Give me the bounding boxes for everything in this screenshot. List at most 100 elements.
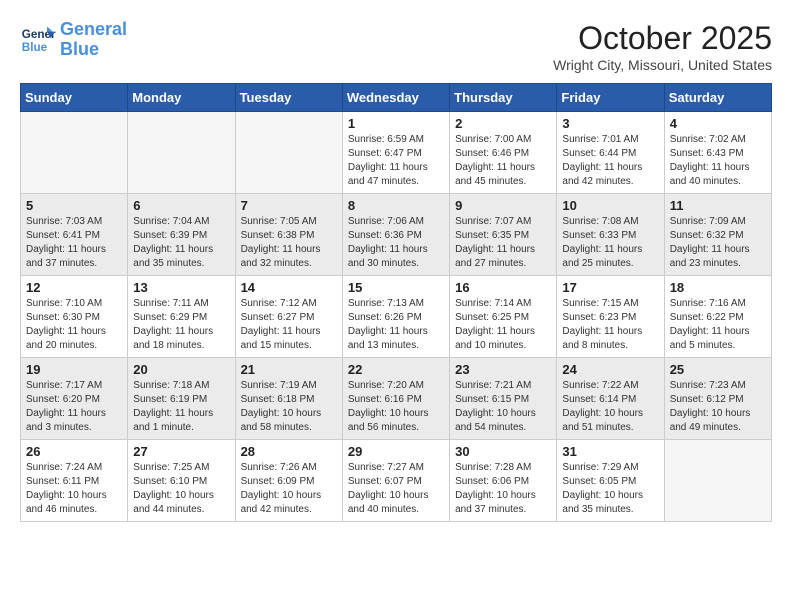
- col-tuesday: Tuesday: [235, 84, 342, 112]
- table-row: 20 Sunrise: 7:18 AM Sunset: 6:19 PM Dayli…: [128, 358, 235, 440]
- table-row: 30 Sunrise: 7:28 AM Sunset: 6:06 PM Dayli…: [450, 440, 557, 522]
- calendar-week-row: 12 Sunrise: 7:10 AM Sunset: 6:30 PM Dayli…: [21, 276, 772, 358]
- day-number: 16: [455, 280, 551, 295]
- day-number: 17: [562, 280, 658, 295]
- day-number: 23: [455, 362, 551, 377]
- day-number: 6: [133, 198, 229, 213]
- day-info: Sunrise: 7:04 AM Sunset: 6:39 PM Dayligh…: [133, 215, 229, 271]
- day-number: 21: [241, 362, 337, 377]
- day-info: Sunrise: 7:13 AM Sunset: 6:26 PM Dayligh…: [348, 297, 444, 353]
- svg-text:Blue: Blue: [22, 41, 48, 54]
- day-number: 7: [241, 198, 337, 213]
- location: Wright City, Missouri, United States: [553, 57, 772, 73]
- day-info: Sunrise: 7:02 AM Sunset: 6:43 PM Dayligh…: [670, 133, 766, 189]
- day-number: 31: [562, 444, 658, 459]
- table-row: 5 Sunrise: 7:03 AM Sunset: 6:41 PM Daylig…: [21, 194, 128, 276]
- table-row: 3Sunrise: 7:01 AM Sunset: 6:44 PM Daylig…: [557, 112, 664, 194]
- day-info: Sunrise: 7:03 AM Sunset: 6:41 PM Dayligh…: [26, 215, 122, 271]
- day-number: 5: [26, 198, 122, 213]
- col-friday: Friday: [557, 84, 664, 112]
- day-info: Sunrise: 7:18 AM Sunset: 6:19 PM Dayligh…: [133, 379, 229, 435]
- day-info: Sunrise: 7:05 AM Sunset: 6:38 PM Dayligh…: [241, 215, 337, 271]
- table-row: 4 Sunrise: 7:02 AM Sunset: 6:43 PM Daylig…: [664, 112, 771, 194]
- day-number: 12: [26, 280, 122, 295]
- day-number: 18: [670, 280, 766, 295]
- day-info: Sunrise: 7:25 AM Sunset: 6:10 PM Dayligh…: [133, 461, 229, 517]
- day-number: 25: [670, 362, 766, 377]
- day-number: 30: [455, 444, 551, 459]
- day-info: Sunrise: 7:12 AM Sunset: 6:27 PM Dayligh…: [241, 297, 337, 353]
- col-sunday: Sunday: [21, 84, 128, 112]
- day-number: 19: [26, 362, 122, 377]
- logo-line1: General: [60, 19, 127, 39]
- calendar-header-row: Sunday Monday Tuesday Wednesday Thursday…: [21, 84, 772, 112]
- table-row: 7 Sunrise: 7:05 AM Sunset: 6:38 PM Daylig…: [235, 194, 342, 276]
- table-row: 19Sunrise: 7:17 AM Sunset: 6:20 PM Dayli…: [21, 358, 128, 440]
- day-info: Sunrise: 7:23 AM Sunset: 6:12 PM Dayligh…: [670, 379, 766, 435]
- logo-line2: Blue: [60, 39, 99, 59]
- day-number: 26: [26, 444, 122, 459]
- table-row: 10 Sunrise: 7:08 AM Sunset: 6:33 PM Dayli…: [557, 194, 664, 276]
- day-number: 9: [455, 198, 551, 213]
- calendar-week-row: 5 Sunrise: 7:03 AM Sunset: 6:41 PM Daylig…: [21, 194, 772, 276]
- table-row: [21, 112, 128, 194]
- day-info: Sunrise: 7:19 AM Sunset: 6:18 PM Dayligh…: [241, 379, 337, 435]
- calendar-week-row: 26 Sunrise: 7:24 AM Sunset: 6:11 PM Dayli…: [21, 440, 772, 522]
- day-info: Sunrise: 7:22 AM Sunset: 6:14 PM Dayligh…: [562, 379, 658, 435]
- day-info: Sunrise: 7:10 AM Sunset: 6:30 PM Dayligh…: [26, 297, 122, 353]
- day-number: 20: [133, 362, 229, 377]
- day-info: Sunrise: 7:20 AM Sunset: 6:16 PM Dayligh…: [348, 379, 444, 435]
- col-monday: Monday: [128, 84, 235, 112]
- table-row: 14 Sunrise: 7:12 AM Sunset: 6:27 PM Dayli…: [235, 276, 342, 358]
- day-number: 27: [133, 444, 229, 459]
- table-row: 18Sunrise: 7:16 AM Sunset: 6:22 PM Dayli…: [664, 276, 771, 358]
- day-number: 8: [348, 198, 444, 213]
- table-row: 26 Sunrise: 7:24 AM Sunset: 6:11 PM Dayli…: [21, 440, 128, 522]
- day-info: Sunrise: 7:06 AM Sunset: 6:36 PM Dayligh…: [348, 215, 444, 271]
- day-number: 15: [348, 280, 444, 295]
- table-row: 31Sunrise: 7:29 AM Sunset: 6:05 PM Dayli…: [557, 440, 664, 522]
- day-info: Sunrise: 7:09 AM Sunset: 6:32 PM Dayligh…: [670, 215, 766, 271]
- day-info: Sunrise: 7:28 AM Sunset: 6:06 PM Dayligh…: [455, 461, 551, 517]
- table-row: 2 Sunrise: 7:00 AM Sunset: 6:46 PM Daylig…: [450, 112, 557, 194]
- day-number: 24: [562, 362, 658, 377]
- day-number: 14: [241, 280, 337, 295]
- day-info: Sunrise: 7:21 AM Sunset: 6:15 PM Dayligh…: [455, 379, 551, 435]
- col-thursday: Thursday: [450, 84, 557, 112]
- table-row: 21 Sunrise: 7:19 AM Sunset: 6:18 PM Dayli…: [235, 358, 342, 440]
- table-row: [235, 112, 342, 194]
- day-info: Sunrise: 7:00 AM Sunset: 6:46 PM Dayligh…: [455, 133, 551, 189]
- day-info: Sunrise: 7:15 AM Sunset: 6:23 PM Dayligh…: [562, 297, 658, 353]
- table-row: 22 Sunrise: 7:20 AM Sunset: 6:16 PM Dayli…: [342, 358, 449, 440]
- day-number: 11: [670, 198, 766, 213]
- table-row: 25 Sunrise: 7:23 AM Sunset: 6:12 PM Dayli…: [664, 358, 771, 440]
- day-number: 29: [348, 444, 444, 459]
- logo-icon: General Blue: [20, 22, 56, 58]
- logo: General Blue General Blue: [20, 20, 127, 60]
- table-row: 12 Sunrise: 7:10 AM Sunset: 6:30 PM Dayli…: [21, 276, 128, 358]
- day-info: Sunrise: 7:08 AM Sunset: 6:33 PM Dayligh…: [562, 215, 658, 271]
- page-header: General Blue General Blue October 2025 W…: [20, 20, 772, 73]
- table-row: 1 Sunrise: 6:59 AM Sunset: 6:47 PM Daylig…: [342, 112, 449, 194]
- calendar-week-row: 19Sunrise: 7:17 AM Sunset: 6:20 PM Dayli…: [21, 358, 772, 440]
- day-number: 4: [670, 116, 766, 131]
- title-block: October 2025 Wright City, Missouri, Unit…: [553, 20, 772, 73]
- day-number: 2: [455, 116, 551, 131]
- col-saturday: Saturday: [664, 84, 771, 112]
- day-info: Sunrise: 7:14 AM Sunset: 6:25 PM Dayligh…: [455, 297, 551, 353]
- calendar-table: Sunday Monday Tuesday Wednesday Thursday…: [20, 83, 772, 522]
- day-info: Sunrise: 7:01 AM Sunset: 6:44 PM Dayligh…: [562, 133, 658, 189]
- table-row: 17 Sunrise: 7:15 AM Sunset: 6:23 PM Dayli…: [557, 276, 664, 358]
- table-row: [664, 440, 771, 522]
- day-number: 22: [348, 362, 444, 377]
- day-info: Sunrise: 7:11 AM Sunset: 6:29 PM Dayligh…: [133, 297, 229, 353]
- table-row: 23 Sunrise: 7:21 AM Sunset: 6:15 PM Dayli…: [450, 358, 557, 440]
- day-number: 1: [348, 116, 444, 131]
- day-info: Sunrise: 6:59 AM Sunset: 6:47 PM Dayligh…: [348, 133, 444, 189]
- table-row: 24 Sunrise: 7:22 AM Sunset: 6:14 PM Dayli…: [557, 358, 664, 440]
- table-row: 27 Sunrise: 7:25 AM Sunset: 6:10 PM Dayli…: [128, 440, 235, 522]
- day-number: 10: [562, 198, 658, 213]
- col-wednesday: Wednesday: [342, 84, 449, 112]
- day-number: 28: [241, 444, 337, 459]
- day-info: Sunrise: 7:24 AM Sunset: 6:11 PM Dayligh…: [26, 461, 122, 517]
